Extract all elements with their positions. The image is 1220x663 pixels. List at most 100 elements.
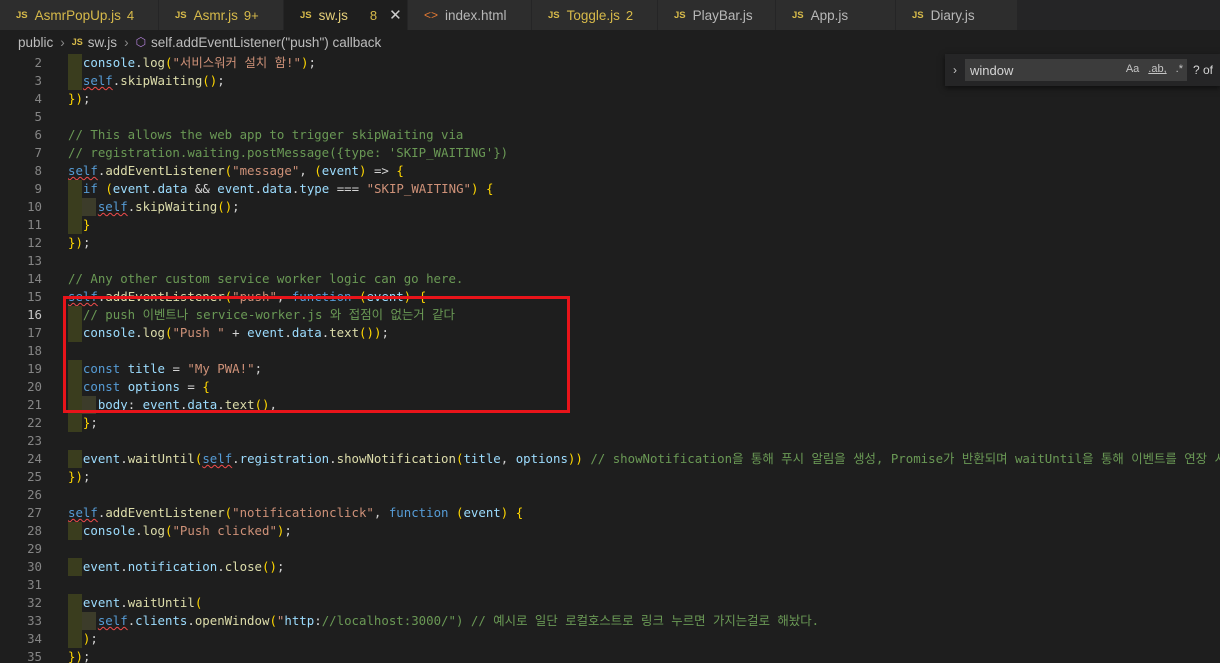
line-number: 29 — [27, 541, 42, 556]
breadcrumb-file[interactable]: sw.js — [88, 35, 117, 50]
javascript-file-icon: JS — [175, 9, 187, 21]
match-case-toggle[interactable]: Aa — [1126, 63, 1139, 75]
line-number: 23 — [27, 433, 42, 448]
code-line[interactable]: 13 — [0, 252, 1220, 270]
chevron-right-icon: › — [124, 34, 129, 50]
code-line[interactable]: 8 self.addEventListener("message", (event… — [0, 162, 1220, 180]
code-line[interactable]: 24 event.waitUntil(self.registration.sho… — [0, 450, 1220, 468]
tab-app[interactable]: JS App.js — [776, 0, 896, 30]
code-line[interactable]: 23 — [0, 432, 1220, 450]
code-line[interactable]: 15 self.addEventListener("push", function… — [0, 288, 1220, 306]
code-text: const title = "My PWA!"; — [82, 361, 263, 376]
find-result-count: ? of — [1193, 63, 1214, 77]
code-line[interactable]: 35}); — [0, 648, 1220, 663]
whole-word-toggle[interactable]: .ab, — [1148, 63, 1166, 75]
code-text: console.log("서비스워커 설치 함!"); — [82, 55, 316, 70]
code-line[interactable]: 4}); — [0, 90, 1220, 108]
line-number: 28 — [27, 523, 42, 538]
code-text: }); — [68, 649, 91, 663]
code-line[interactable]: 22 }; — [0, 414, 1220, 432]
javascript-file-icon: JS — [674, 9, 686, 21]
code-line[interactable]: 25}); — [0, 468, 1220, 486]
find-options: Aa .ab, .* — [1126, 63, 1183, 75]
line-number: 20 — [27, 379, 42, 394]
code-line[interactable]: 19 const title = "My PWA!"; — [0, 360, 1220, 378]
line-number: 4 — [34, 91, 42, 106]
regex-toggle[interactable]: .* — [1176, 63, 1183, 75]
code-line[interactable]: 10 self.skipWaiting(); — [0, 198, 1220, 216]
code-line[interactable]: 5 — [0, 108, 1220, 126]
line-number: 26 — [27, 487, 42, 502]
find-widget: › window Aa .ab, .* ? of — [945, 54, 1220, 86]
code-line[interactable]: 7 // registration.waiting.postMessage({ty… — [0, 144, 1220, 162]
line-number: 7 — [34, 145, 42, 160]
tab-label: index.html — [445, 7, 507, 23]
tab-label: Diary.js — [930, 7, 975, 23]
tab-playbar[interactable]: JS PlayBar.js — [658, 0, 776, 30]
code-text: const options = { — [82, 379, 210, 394]
tab-label: App.js — [810, 7, 849, 23]
line-number: 31 — [27, 577, 42, 592]
code-line[interactable]: 6 // This allows the web app to trigger s… — [0, 126, 1220, 144]
tab-index-html[interactable]: <> index.html — [408, 0, 532, 30]
tab-toggle[interactable]: JS Toggle.js 2 — [532, 0, 658, 30]
tab-asmr[interactable]: JS Asmr.js 9+ — [159, 0, 284, 30]
code-text: self.addEventListener("notificationclick… — [68, 505, 524, 520]
code-line[interactable]: 30 event.notification.close(); — [0, 558, 1220, 576]
code-line[interactable]: 17 console.log("Push " + event.data.text… — [0, 324, 1220, 342]
code-line[interactable]: 21 body: event.data.text(), — [0, 396, 1220, 414]
code-text: self.skipWaiting(); — [82, 73, 225, 88]
code-text: }); — [68, 469, 91, 484]
code-line[interactable]: 33 self.clients.openWindow("http://local… — [0, 612, 1220, 630]
line-number: 15 — [27, 289, 42, 304]
line-number: 34 — [27, 631, 42, 646]
close-tab-icon[interactable]: ✕ — [389, 6, 402, 24]
code-line[interactable]: 28 console.log("Push clicked"); — [0, 522, 1220, 540]
find-input[interactable]: window Aa .ab, .* — [965, 59, 1187, 81]
chevron-right-icon: › — [60, 34, 65, 50]
breadcrumb-folder[interactable]: public — [18, 35, 53, 50]
code-line[interactable]: 16 // push 이벤트나 service-worker.js 와 접점이 … — [0, 306, 1220, 324]
line-number: 10 — [27, 199, 42, 214]
line-number: 30 — [27, 559, 42, 574]
tab-diary[interactable]: JS Diary.js — [896, 0, 1018, 30]
tab-sw[interactable]: JS sw.js 8 ✕ — [284, 0, 408, 30]
code-line[interactable]: 11 } — [0, 216, 1220, 234]
html-file-icon: <> — [424, 8, 439, 22]
breadcrumb-symbol[interactable]: self.addEventListener("push") callback — [151, 35, 381, 50]
javascript-file-icon: JS — [912, 9, 924, 21]
code-text: // Any other custom service worker logic… — [68, 271, 464, 286]
problem-count-badge: 8 — [369, 7, 378, 23]
line-number: 8 — [34, 163, 42, 178]
problem-count-badge: 9+ — [243, 7, 259, 23]
code-line[interactable]: 20 const options = { — [0, 378, 1220, 396]
symbol-method-icon: ⬡ — [135, 35, 147, 49]
javascript-file-icon: JS — [16, 9, 28, 21]
code-line[interactable]: 26 — [0, 486, 1220, 504]
code-line[interactable]: 14 // Any other custom service worker log… — [0, 270, 1220, 288]
code-line[interactable]: 31 — [0, 576, 1220, 594]
code-text: event.waitUntil( — [82, 595, 203, 610]
editor-tab-bar: JS AsmrPopUp.js 4 JS Asmr.js 9+ JS sw.js… — [0, 0, 1220, 30]
line-number: 11 — [27, 217, 42, 232]
code-text: console.log("Push " + event.data.text())… — [82, 325, 389, 340]
line-number: 16 — [27, 307, 42, 322]
tab-asmrpopup[interactable]: JS AsmrPopUp.js 4 — [0, 0, 159, 30]
code-line[interactable]: 18 — [0, 342, 1220, 360]
code-text: // This allows the web app to trigger sk… — [68, 127, 464, 142]
tab-label: sw.js — [318, 7, 348, 23]
chevron-right-icon[interactable]: › — [945, 63, 965, 77]
line-number: 13 — [27, 253, 42, 268]
code-editor[interactable]: 2 console.log("서비스워커 설치 함!"); 3 self.skip… — [0, 54, 1220, 663]
code-line[interactable]: 9 if (event.data && event.data.type === … — [0, 180, 1220, 198]
code-line[interactable]: 12}); — [0, 234, 1220, 252]
line-number: 27 — [27, 505, 42, 520]
code-text: self.skipWaiting(); — [97, 199, 240, 214]
code-line[interactable]: 32 event.waitUntil( — [0, 594, 1220, 612]
line-number: 24 — [27, 451, 42, 466]
code-line[interactable]: 27 self.addEventListener("notificationcli… — [0, 504, 1220, 522]
code-line[interactable]: 34 ); — [0, 630, 1220, 648]
line-number: 3 — [34, 73, 42, 88]
code-text: // registration.waiting.postMessage({typ… — [68, 145, 509, 160]
code-line[interactable]: 29 — [0, 540, 1220, 558]
